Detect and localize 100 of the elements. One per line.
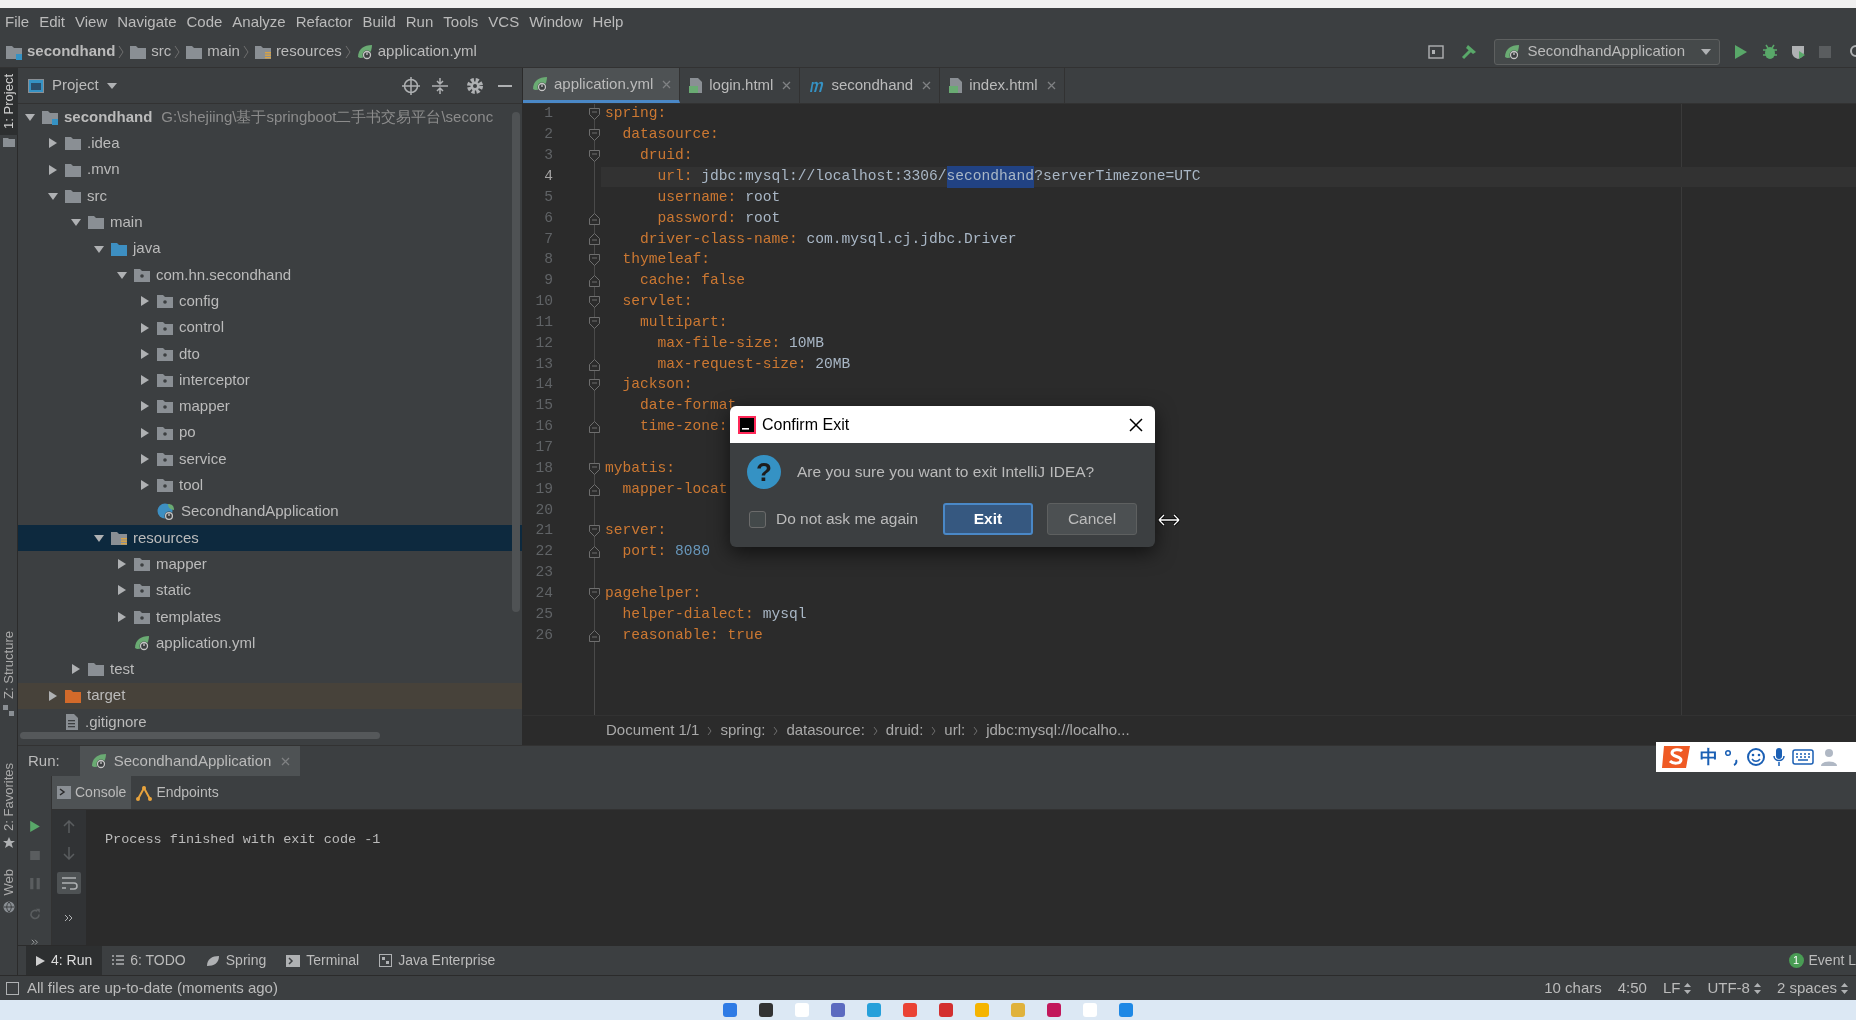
exit-button[interactable]: Exit bbox=[943, 503, 1033, 535]
down-arrow-icon[interactable] bbox=[63, 846, 75, 860]
tool-window-tab[interactable]: 1: Project bbox=[0, 68, 18, 135]
breadcrumb-item[interactable]: application.yml bbox=[377, 40, 477, 63]
tool-window-tab[interactable]: Z: Structure bbox=[0, 624, 18, 705]
microphone-icon[interactable] bbox=[1772, 747, 1786, 767]
fold-end-marker-icon[interactable] bbox=[588, 629, 600, 642]
tree-item[interactable]: config bbox=[18, 288, 522, 315]
tree-item[interactable]: com.hn.secondhand bbox=[18, 261, 522, 289]
breadcrumb-item[interactable]: main bbox=[207, 40, 240, 63]
breadcrumb-item[interactable]: url: bbox=[944, 719, 966, 742]
menu-item[interactable]: Window bbox=[524, 10, 588, 34]
collapsed-arrow-icon[interactable] bbox=[139, 295, 151, 308]
taskbar-icon[interactable] bbox=[723, 1003, 737, 1017]
fold-marker-icon[interactable] bbox=[588, 525, 600, 538]
status-bar-item[interactable]: 4:50 bbox=[1609, 976, 1655, 1000]
collapsed-arrow-icon[interactable] bbox=[47, 689, 59, 702]
tree-item[interactable]: resources bbox=[18, 524, 522, 552]
ime-mode-label[interactable]: 中 bbox=[1700, 743, 1718, 771]
status-bar-item[interactable]: UTF-8 bbox=[1699, 976, 1769, 1000]
status-bar-item[interactable]: LF bbox=[1654, 976, 1700, 1000]
close-icon[interactable] bbox=[1129, 417, 1143, 432]
editor-tab[interactable]: application.yml bbox=[523, 68, 681, 103]
tree-item[interactable]: SecondhandApplication bbox=[18, 498, 522, 525]
tree-item[interactable]: .mvn bbox=[18, 156, 522, 183]
soft-wrap-icon[interactable] bbox=[57, 872, 81, 894]
collapsed-arrow-icon[interactable] bbox=[139, 453, 151, 465]
taskbar-icon[interactable] bbox=[1047, 1003, 1061, 1017]
editor-tab[interactable]: login.html bbox=[680, 68, 801, 103]
up-arrow-icon[interactable] bbox=[63, 820, 75, 834]
checkbox[interactable] bbox=[749, 510, 766, 528]
tool-window-tab[interactable]: Spring bbox=[195, 946, 277, 975]
editor-tab[interactable]: index.html bbox=[940, 68, 1065, 103]
fold-end-marker-icon[interactable] bbox=[588, 546, 600, 559]
more-chevrons-icon[interactable] bbox=[64, 914, 74, 922]
run-icon[interactable] bbox=[27, 820, 42, 833]
stop-icon[interactable] bbox=[1818, 44, 1832, 59]
menu-item[interactable]: Code bbox=[181, 10, 228, 34]
taskbar-icon[interactable] bbox=[831, 1003, 845, 1017]
collapsed-arrow-icon[interactable] bbox=[116, 610, 128, 623]
collapsed-arrow-icon[interactable] bbox=[139, 479, 151, 492]
tool-window-tab[interactable]: 2: Favorites bbox=[0, 756, 18, 837]
collapse-all-icon[interactable] bbox=[432, 76, 448, 95]
menu-item[interactable]: Analyze bbox=[227, 10, 291, 34]
collapsed-arrow-icon[interactable] bbox=[139, 374, 151, 387]
tree-item[interactable]: mapper bbox=[18, 551, 522, 578]
pause-icon[interactable] bbox=[28, 878, 41, 890]
tree-item[interactable]: main bbox=[18, 209, 522, 236]
taskbar-icon[interactable] bbox=[903, 1003, 917, 1017]
fold-end-marker-icon[interactable] bbox=[588, 421, 600, 434]
collapsed-arrow-icon[interactable] bbox=[116, 584, 128, 597]
taskbar-icon[interactable] bbox=[939, 1003, 953, 1017]
tree-item[interactable]: target bbox=[18, 682, 522, 709]
tool-window-tab[interactable]: Terminal bbox=[276, 946, 370, 975]
tool-window-tab[interactable]: 4: Run bbox=[26, 946, 103, 975]
fold-marker-icon[interactable] bbox=[588, 254, 600, 267]
keyboard-icon[interactable] bbox=[1792, 749, 1814, 765]
menu-item[interactable]: Build bbox=[357, 10, 401, 34]
tree-item[interactable]: java bbox=[18, 235, 522, 262]
breadcrumb-item[interactable]: Document 1/1 bbox=[606, 719, 700, 742]
tool-window-tab[interactable]: Java Enterprise bbox=[369, 946, 506, 975]
menu-item[interactable]: Navigate bbox=[112, 10, 182, 34]
tree-item[interactable]: dto bbox=[18, 340, 522, 367]
panel-title[interactable]: Project bbox=[52, 74, 99, 97]
collapsed-arrow-icon[interactable] bbox=[139, 321, 151, 334]
panel-toggle-icon[interactable] bbox=[6, 981, 19, 995]
menu-item[interactable]: VCS bbox=[483, 10, 525, 34]
dropdown-arrow-icon[interactable] bbox=[106, 81, 117, 90]
breadcrumb-item[interactable]: spring: bbox=[720, 719, 766, 742]
status-bar-item[interactable]: 2 spaces bbox=[1768, 976, 1856, 1000]
collapsed-arrow-icon[interactable] bbox=[139, 347, 151, 360]
collapsed-arrow-icon[interactable] bbox=[47, 163, 59, 176]
tree-item[interactable]: .gitignore bbox=[18, 708, 522, 736]
tool-window-tab[interactable]: 6: TODO bbox=[102, 946, 196, 975]
breadcrumb-item[interactable]: druid: bbox=[885, 719, 924, 742]
cancel-button[interactable]: Cancel bbox=[1047, 503, 1137, 535]
fold-marker-icon[interactable] bbox=[588, 316, 600, 329]
menu-item[interactable]: Edit bbox=[34, 10, 71, 34]
editor-tab[interactable]: secondhand bbox=[800, 68, 941, 103]
tree-item[interactable]: tool bbox=[18, 472, 522, 499]
person-icon[interactable] bbox=[1820, 747, 1840, 767]
collapsed-arrow-icon[interactable] bbox=[139, 426, 151, 439]
more-chevrons-icon[interactable] bbox=[29, 938, 40, 945]
fold-end-marker-icon[interactable] bbox=[588, 358, 600, 371]
collapsed-arrow-icon[interactable] bbox=[116, 558, 128, 571]
tree-item[interactable]: secondhand G:\shejiing\基于springboot二手书交易平台\seconc bbox=[18, 104, 522, 131]
tool-window-tab[interactable]: Web bbox=[0, 862, 18, 901]
fold-end-marker-icon[interactable] bbox=[588, 233, 600, 246]
tree-item[interactable]: templates bbox=[18, 603, 522, 630]
debug-bug-icon[interactable] bbox=[1762, 43, 1778, 60]
fold-marker-icon[interactable] bbox=[588, 587, 600, 600]
fold-end-marker-icon[interactable] bbox=[588, 212, 600, 225]
tree-item[interactable]: service bbox=[18, 445, 522, 473]
fold-end-marker-icon[interactable] bbox=[588, 483, 600, 496]
breadcrumb-item[interactable]: secondhand bbox=[27, 40, 116, 63]
tree-item[interactable]: interceptor bbox=[18, 366, 522, 394]
fold-marker-icon[interactable] bbox=[588, 462, 600, 475]
breadcrumb-item[interactable]: jdbc:mysql://localho... bbox=[986, 719, 1130, 742]
breadcrumb-item[interactable]: resources bbox=[275, 40, 342, 63]
fold-marker-icon[interactable] bbox=[588, 296, 600, 308]
